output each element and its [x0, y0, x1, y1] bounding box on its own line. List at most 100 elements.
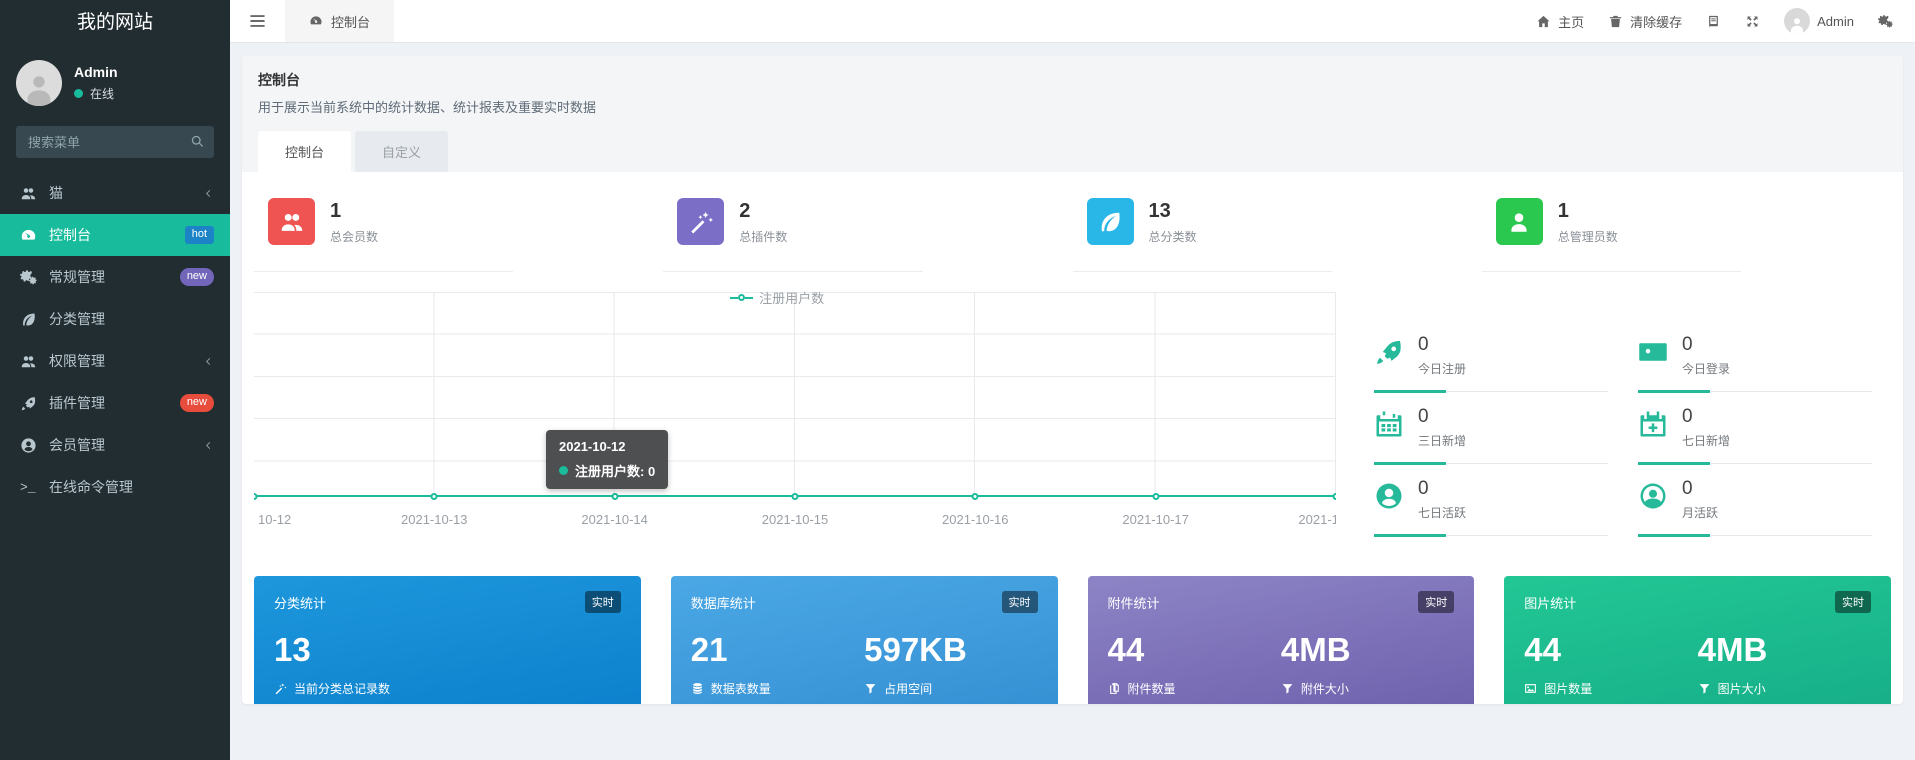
metric-label: 附件数量: [1128, 680, 1176, 697]
x-tick: 2021-10-18: [1298, 512, 1336, 527]
user-circle-icon: [20, 437, 37, 454]
data-point[interactable]: [972, 493, 979, 500]
mini-stat-3day-new: 0 三日新增: [1374, 406, 1608, 465]
mini-value: 0: [1418, 478, 1466, 500]
gear-icon: [1878, 14, 1893, 29]
gears-icon: [20, 269, 37, 286]
leaf-icon: [20, 311, 37, 328]
clear-cache-button[interactable]: 清除缓存: [1608, 12, 1682, 31]
avatar: [1784, 8, 1810, 34]
registered-users-chart[interactable]: 注册用户数 10-12 2021-10-13 2021-: [254, 288, 1336, 538]
calendar-icon: [1374, 409, 1404, 439]
x-tick: 10-12: [258, 512, 291, 527]
mini-progress-line: [1374, 462, 1608, 465]
metric-label: 附件大小: [1301, 680, 1349, 697]
mini-stat-today-register: 0 今日注册: [1374, 334, 1608, 393]
calendar-plus-icon: [1638, 409, 1668, 439]
user-name: Admin: [74, 64, 118, 80]
image-icon: [1524, 682, 1537, 695]
copy-icon: [1108, 682, 1121, 695]
expand-icon: [1745, 14, 1760, 29]
settings-button[interactable]: [1878, 14, 1893, 29]
data-point[interactable]: [611, 493, 618, 500]
magic-wand-icon: [677, 198, 724, 245]
chart-legend[interactable]: 注册用户数: [730, 288, 824, 307]
realtime-badge: 实时: [1835, 591, 1871, 613]
sidebar-item-general[interactable]: 常规管理 new: [0, 256, 230, 298]
chart-row: 注册用户数 10-12 2021-10-13 2021-: [254, 288, 1891, 550]
search-icon[interactable]: [190, 134, 205, 149]
database-icon: [691, 682, 704, 695]
stat-total-members: 1 总会员数: [254, 192, 513, 272]
mini-stats-grid: 0 今日注册 0 今日登录: [1374, 334, 1872, 550]
fullscreen-button[interactable]: [1745, 14, 1760, 29]
metric-label: 占用空间: [884, 680, 932, 697]
card-database-stats: 数据库统计 实时 21 数据表数量: [671, 576, 1058, 704]
sidebar-search: [16, 126, 214, 158]
metric-value: 44: [1108, 632, 1281, 668]
sidebar-item-member[interactable]: 会员管理: [0, 424, 230, 466]
stat-value: 1: [330, 200, 378, 223]
chevron-left-icon: [203, 356, 214, 367]
mini-progress-line: [1638, 462, 1872, 465]
metric-label: 当前分类总记录数: [294, 680, 390, 697]
sidebar-item-command[interactable]: >_ 在线命令管理: [0, 466, 230, 508]
user-menu[interactable]: Admin: [1784, 8, 1854, 34]
user-silhouette-icon: [22, 72, 56, 106]
terminal-icon: >_: [20, 480, 37, 495]
sidebar-item-addon[interactable]: 插件管理 new: [0, 382, 230, 424]
filter-icon: [1281, 682, 1294, 695]
user-status: 在线: [74, 85, 118, 102]
card-title: 图片统计: [1524, 593, 1576, 612]
users-icon: [20, 185, 37, 202]
tab-custom[interactable]: 自定义: [355, 131, 448, 172]
mini-stat-7day-new: 0 七日新增: [1638, 406, 1872, 465]
topbar-right: 主页 清除缓存 Admin: [1536, 0, 1915, 42]
card-title: 附件统计: [1108, 593, 1160, 612]
panel-header: 控制台 用于展示当前系统中的统计数据、统计报表及重要实时数据 控制台 自定义: [242, 56, 1903, 172]
home-link[interactable]: 主页: [1536, 12, 1584, 31]
data-point[interactable]: [1152, 493, 1159, 500]
new-badge: new: [180, 394, 214, 411]
mini-value: 0: [1682, 334, 1730, 356]
realtime-badge: 实时: [1418, 591, 1454, 613]
sidebar-item-cat[interactable]: 猫: [0, 172, 230, 214]
sidebar-item-auth[interactable]: 权限管理: [0, 340, 230, 382]
metric-value: 4MB: [1698, 632, 1871, 668]
legend-line-marker-icon: [730, 294, 753, 301]
x-tick: 2021-10-17: [1122, 512, 1189, 527]
sidebar-item-label: 猫: [49, 183, 63, 203]
dashboard-icon: [20, 227, 37, 244]
card-image-stats: 图片统计 实时 44 图片数量: [1504, 576, 1891, 704]
legend-label: 注册用户数: [759, 288, 824, 307]
avatar[interactable]: [16, 60, 62, 106]
tab-dashboard[interactable]: 控制台: [285, 0, 394, 42]
docs-button[interactable]: [1706, 14, 1721, 29]
mini-stat-month-active: 0 月活跃: [1638, 478, 1872, 537]
magic-wand-icon: [274, 682, 287, 695]
x-tick: 2021-10-16: [942, 512, 1009, 527]
sidebar-item-dashboard[interactable]: 控制台 hot: [0, 214, 230, 256]
sidebar-menu: 猫 控制台 hot 常规管理 new 分类管理 权限管理: [0, 172, 230, 508]
online-dot-icon: [74, 89, 83, 98]
user-circle-outline-icon: [1638, 481, 1668, 511]
search-input[interactable]: [16, 126, 214, 158]
dashboard-app: 我的网站 Admin 在线 猫: [0, 0, 1915, 760]
data-point[interactable]: [792, 493, 799, 500]
stat-label: 总管理员数: [1558, 228, 1618, 245]
leaf-icon: [1087, 198, 1134, 245]
rocket-icon: [1374, 337, 1404, 367]
mini-value: 0: [1682, 478, 1718, 500]
site-title: 我的网站: [0, 0, 230, 46]
card-attachment-stats: 附件统计 实时 44 附件数量: [1088, 576, 1475, 704]
user-silhouette-icon: [1788, 16, 1806, 34]
sidebar-item-label: 常规管理: [49, 267, 105, 287]
main-content: 控制台 用于展示当前系统中的统计数据、统计报表及重要实时数据 控制台 自定义 1…: [230, 43, 1915, 760]
data-point[interactable]: [1333, 493, 1337, 500]
data-point[interactable]: [431, 493, 438, 500]
x-axis-ticks: 10-12 2021-10-13 2021-10-14 2021-10-15 2…: [254, 512, 1336, 530]
sidebar-toggle-button[interactable]: [230, 0, 285, 42]
tab-dashboard[interactable]: 控制台: [258, 131, 351, 172]
card-category-stats: 分类统计 实时 13 当前分类总记录数: [254, 576, 641, 704]
sidebar-item-category[interactable]: 分类管理: [0, 298, 230, 340]
